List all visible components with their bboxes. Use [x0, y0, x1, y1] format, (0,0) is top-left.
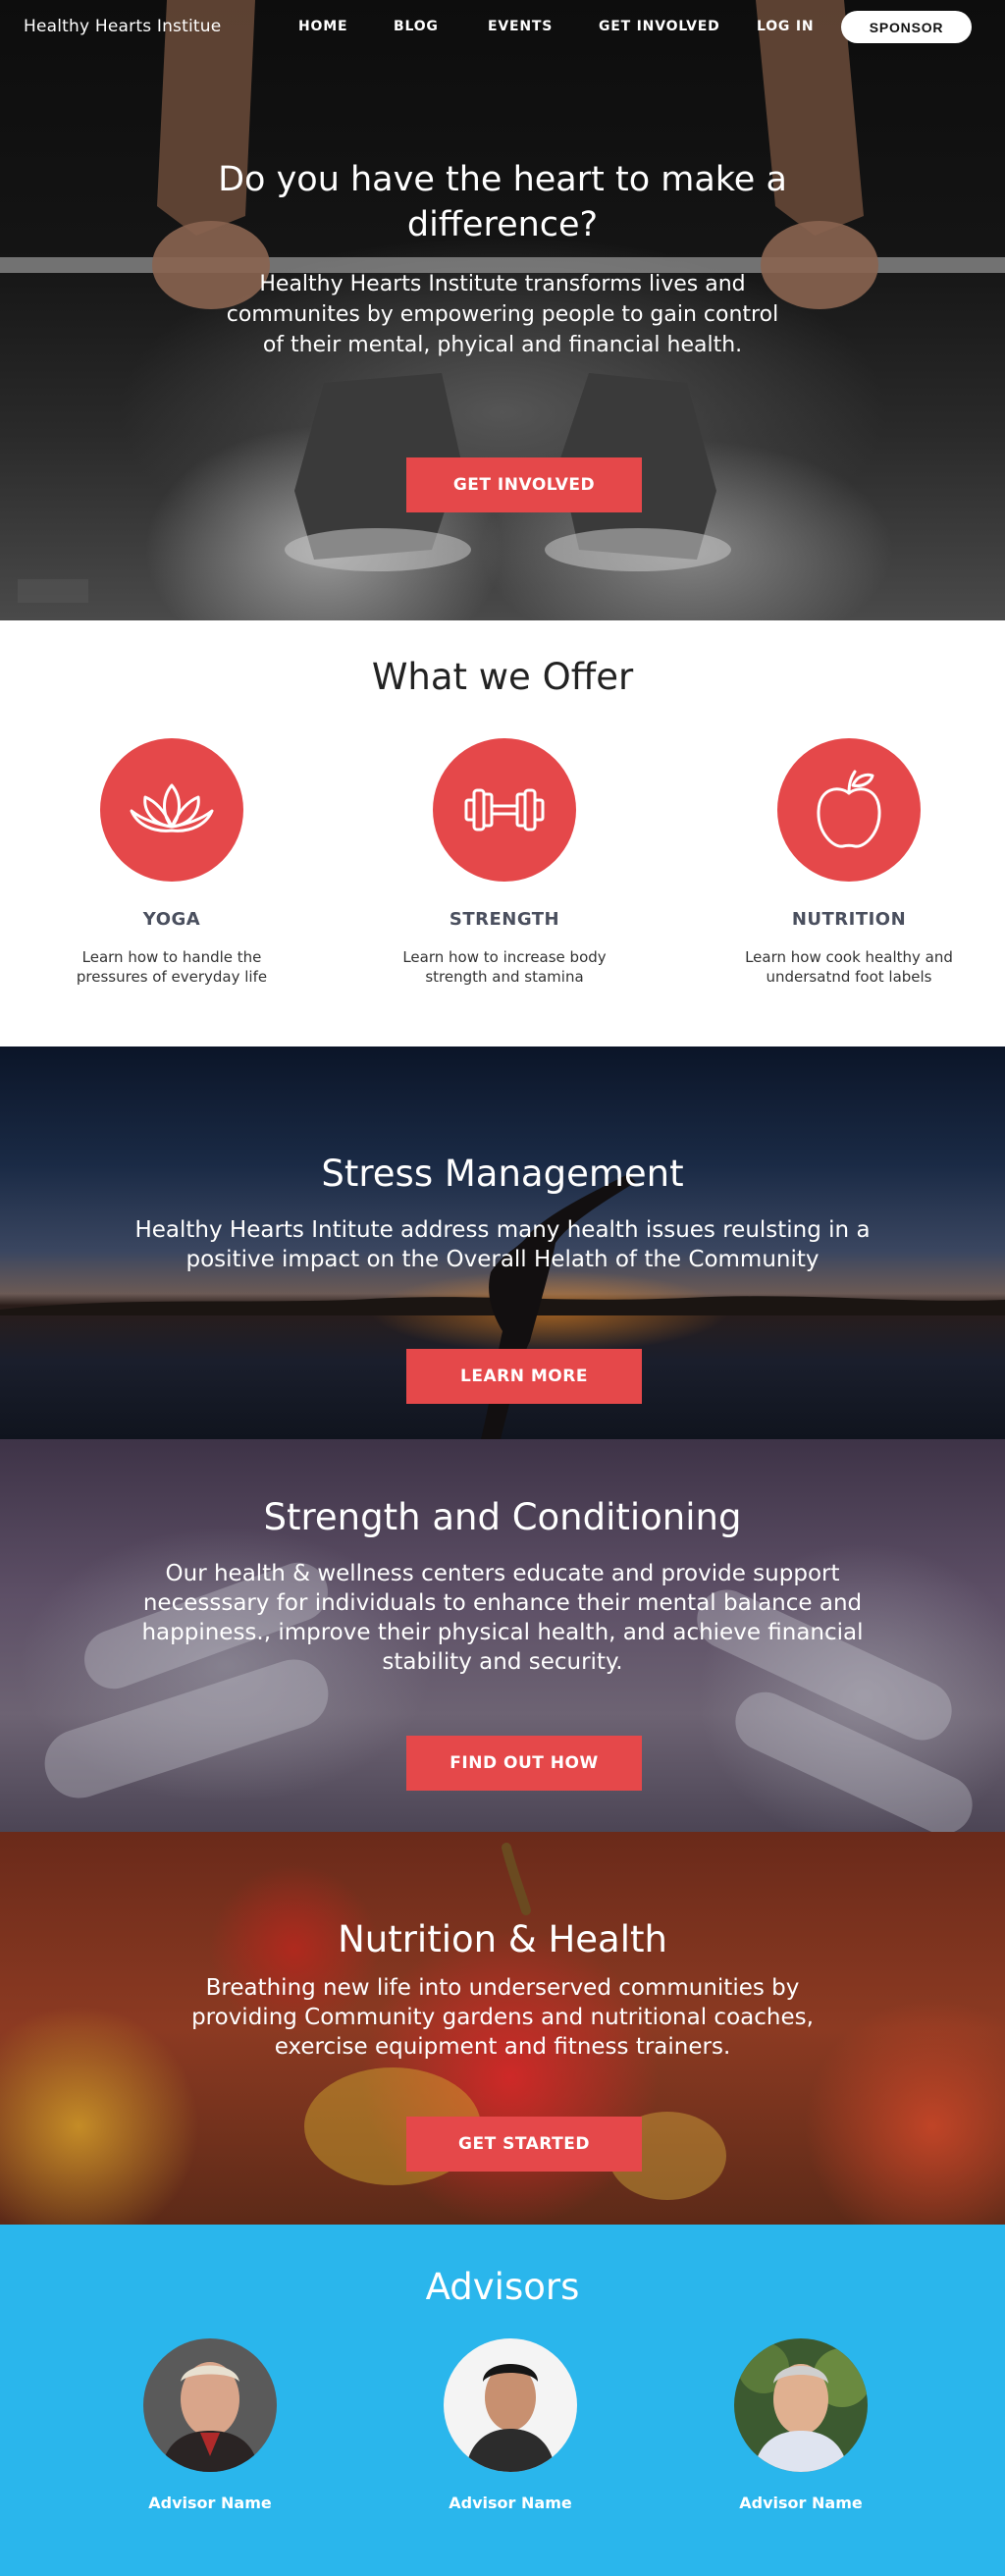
nutrition-description: Breathing new life into underserved comm…	[191, 1975, 814, 2060]
get-started-button[interactable]: GET STARTED	[406, 2117, 642, 2172]
offer-item-yoga: YOGA Learn how to handle the pressures o…	[34, 738, 309, 987]
find-out-how-button[interactable]: FIND OUT HOW	[406, 1736, 642, 1791]
offer-description: Learn how to handle the pressures of eve…	[76, 948, 268, 986]
offer-icon-circle	[433, 738, 576, 882]
get-involved-button[interactable]: GET INVOLVED	[406, 457, 642, 512]
offer-title: What we Offer	[371, 656, 634, 698]
nav-home-link[interactable]: HOME	[298, 19, 347, 34]
advisor-name: Advisor Name	[739, 2494, 863, 2512]
hero-title: Do you have the heart to make a differen…	[218, 160, 787, 244]
apple-icon	[817, 770, 881, 848]
nav-events-link[interactable]: EVENTS	[488, 19, 553, 34]
offer-description: Learn how to increase body strength and …	[402, 948, 607, 986]
advisor-avatar	[734, 2338, 868, 2472]
offer-icon-circle	[777, 738, 921, 882]
offer-description: Learn how cook healthy and undersatnd fo…	[745, 948, 953, 986]
advisor-name: Advisor Name	[449, 2494, 572, 2512]
stress-description: Healthy Hearts Intitute address many hea…	[134, 1217, 871, 1272]
nav-login-link[interactable]: LOG IN	[757, 19, 814, 34]
hero-section: Do you have the heart to make a differen…	[0, 0, 1005, 620]
offer-label: YOGA	[142, 909, 201, 930]
offer-item-strength: STRENGTH Learn how to increase body stre…	[367, 738, 642, 987]
advisor-name: Advisor Name	[148, 2494, 272, 2512]
hero-description: Healthy Hearts Institute transforms live…	[226, 272, 779, 357]
strength-conditioning-section: Strength and Conditioning Our health & w…	[0, 1439, 1005, 1832]
advisor-card[interactable]: Advisor Name	[412, 2338, 608, 2512]
offer-label: NUTRITION	[791, 909, 907, 930]
stress-title: Stress Management	[321, 1153, 684, 1195]
offer-label: STRENGTH	[449, 909, 560, 930]
strength-title: Strength and Conditioning	[263, 1496, 742, 1538]
offer-icon-circle	[100, 738, 243, 882]
nav-get-involved-link[interactable]: GET INVOLVED	[599, 19, 720, 34]
strength-description: Our health & wellness centers educate an…	[141, 1561, 864, 1675]
sponsor-button[interactable]: SPONSOR	[841, 11, 972, 43]
advisor-avatar	[444, 2338, 577, 2472]
advisors-section: Advisors Advisor Name Advisor Name Advis…	[0, 2225, 1005, 2576]
top-navigation: Healthy Hearts Institue HOME BLOG EVENTS…	[0, 0, 1005, 55]
lotus-icon	[130, 783, 214, 832]
nutrition-title: Nutrition & Health	[338, 1918, 667, 1960]
nutrition-health-section: Nutrition & Health Breathing new life in…	[0, 1832, 1005, 2225]
advisor-card[interactable]: Advisor Name	[703, 2338, 899, 2512]
stress-management-section: Stress Management Healthy Hearts Intitut…	[0, 1046, 1005, 1439]
learn-more-button[interactable]: LEARN MORE	[406, 1349, 642, 1404]
advisor-card[interactable]: Advisor Name	[112, 2338, 308, 2512]
dumbbell-icon	[464, 788, 545, 832]
advisor-avatar	[143, 2338, 277, 2472]
offer-item-nutrition: NUTRITION Learn how cook healthy and und…	[712, 738, 986, 987]
nav-blog-link[interactable]: BLOG	[394, 19, 439, 34]
offer-section: What we Offer YOGA Learn how to handle t…	[0, 620, 1005, 1046]
advisors-title: Advisors	[425, 2266, 580, 2308]
